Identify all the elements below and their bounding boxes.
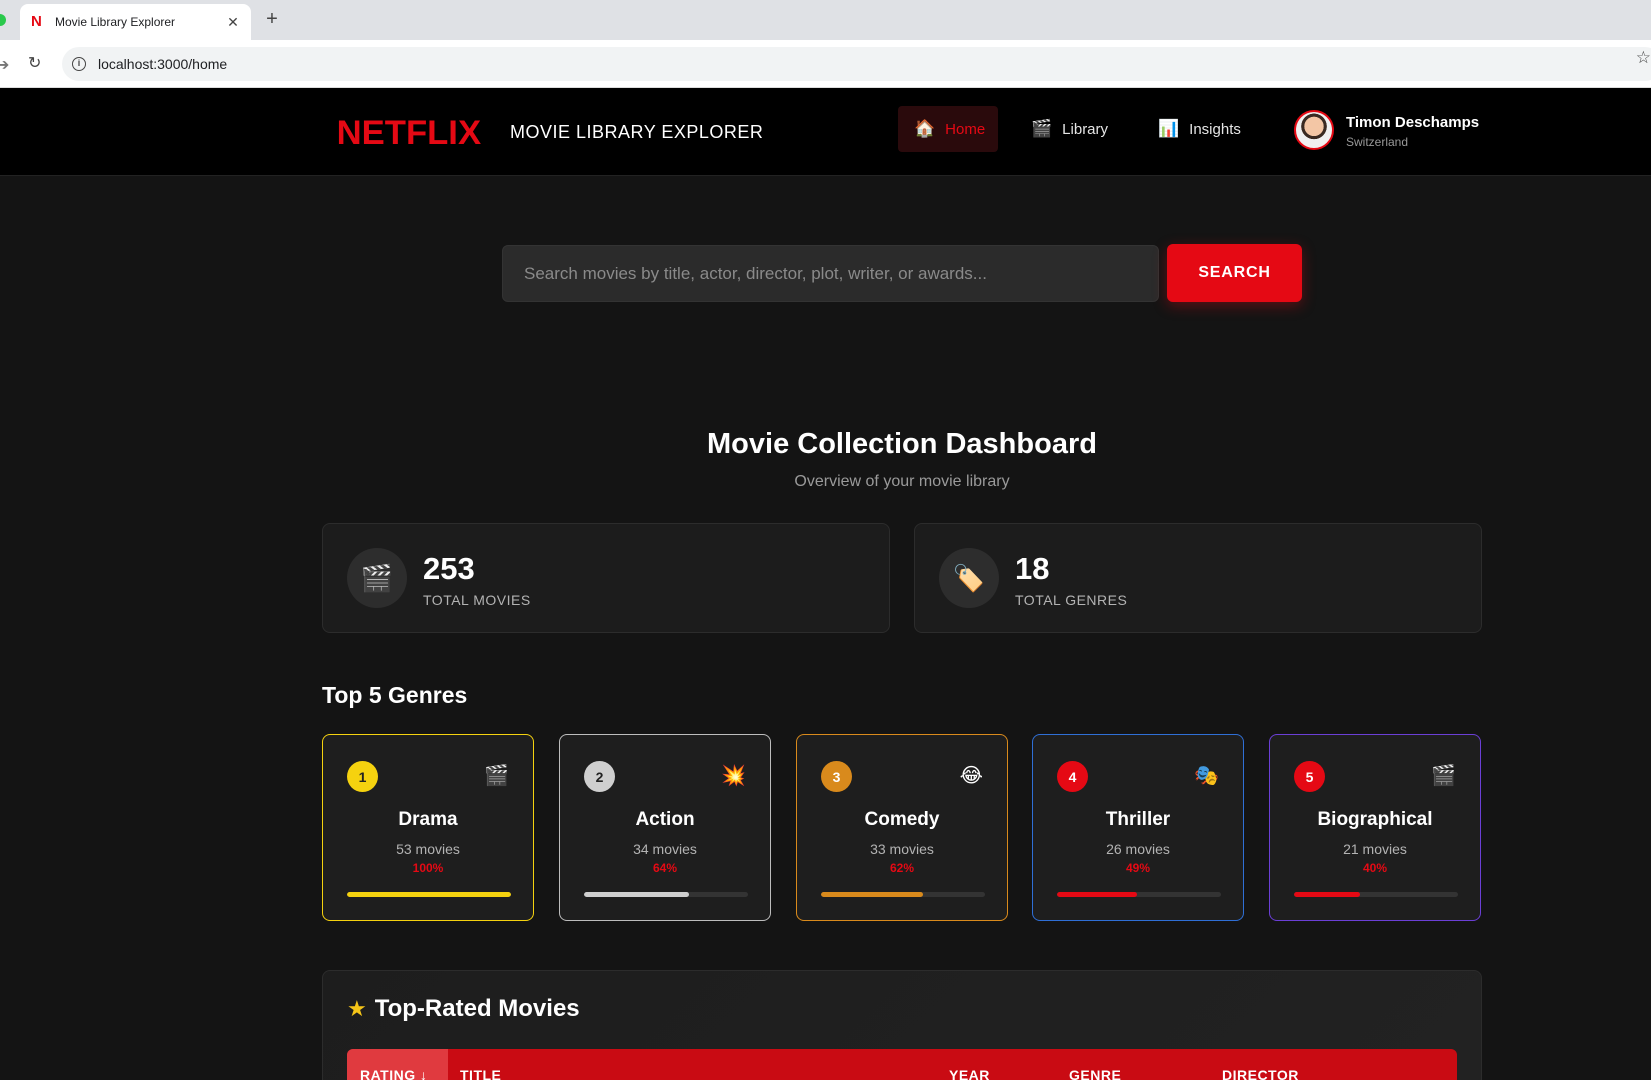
genre-count: 34 movies <box>633 841 697 857</box>
stat-card-total-movies: 🎬 253 TOTAL MOVIES <box>322 523 890 633</box>
genre-progress-fill <box>347 892 511 897</box>
netflix-favicon-icon: N <box>31 13 42 30</box>
genre-name: Drama <box>398 809 458 830</box>
netflix-logo[interactable]: NETFLIX <box>337 114 482 153</box>
tag-icon: 🏷️ <box>939 548 999 608</box>
genre-count: 26 movies <box>1106 841 1170 857</box>
genre-card[interactable]: 4 🎭 Thriller 26 movies 49% <box>1032 734 1244 921</box>
rank-badge: 1 <box>347 761 378 792</box>
clapperboard-icon: 🎬 <box>347 548 407 608</box>
theater-masks-icon: 🎭 <box>1194 765 1219 787</box>
nav-home[interactable]: 🏠 Home <box>898 106 998 152</box>
close-icon[interactable]: ✕ <box>225 14 241 31</box>
genre-progress-bar <box>821 892 985 897</box>
stat-label: TOTAL GENRES <box>1015 592 1128 608</box>
app-header: NETFLIX MOVIE LIBRARY EXPLORER 🏠 Home 🎬 … <box>0 88 1651 176</box>
clapperboard-icon: 🎬 <box>484 765 509 787</box>
column-header-director[interactable]: DIRECTOR <box>1222 1067 1299 1080</box>
rank-badge: 4 <box>1057 761 1088 792</box>
genre-percent: 49% <box>1125 861 1151 875</box>
browser-tab-bar: N Movie Library Explorer ✕ + <box>0 0 1651 40</box>
tab-title: Movie Library Explorer <box>55 15 176 29</box>
rank-badge: 5 <box>1294 761 1325 792</box>
column-header-rating[interactable]: RATING ↓ <box>347 1049 448 1080</box>
genre-card[interactable]: 2 💥 Action 34 movies 64% <box>559 734 771 921</box>
genre-name: Thriller <box>1105 809 1171 830</box>
top-rated-title-text: Top-Rated Movies <box>374 995 580 1022</box>
section-title-top-genres: Top 5 Genres <box>322 682 468 708</box>
table-header: RATING ↓ TITLE YEAR GENRE DIRECTOR <box>347 1049 1457 1080</box>
genre-percent: 100% <box>412 861 444 875</box>
rank-badge: 2 <box>584 761 615 792</box>
column-header-genre[interactable]: GENRE <box>1069 1067 1121 1080</box>
nav-insights-label: Insights <box>1189 120 1241 138</box>
url-field[interactable]: i localhost:3000/home <box>62 47 1651 81</box>
genre-percent: 62% <box>889 861 915 875</box>
new-tab-button[interactable]: + <box>262 8 282 31</box>
genre-progress-fill <box>1057 892 1138 897</box>
genre-count: 21 movies <box>1343 841 1407 857</box>
genre-name: Biographical <box>1317 809 1433 830</box>
genre-progress-bar <box>1057 892 1221 897</box>
star-icon: ★ <box>347 996 367 1021</box>
url-text: localhost:3000/home <box>98 56 228 72</box>
back-arrow-icon[interactable]: ➔ <box>0 55 9 75</box>
top-rated-title: ★ Top-Rated Movies <box>347 995 580 1023</box>
nav-home-label: Home <box>945 120 986 138</box>
genre-card[interactable]: 3 😂 Comedy 33 movies 62% <box>796 734 1008 921</box>
genre-progress-bar <box>1294 892 1458 897</box>
genre-percent: 40% <box>1362 861 1388 875</box>
genre-progress-bar <box>347 892 511 897</box>
genre-name: Action <box>635 809 695 830</box>
genre-progress-fill <box>1294 892 1360 897</box>
laughing-face-icon: 😂 <box>959 765 983 787</box>
top-rated-panel: ★ Top-Rated Movies RATING ↓ TITLE YEAR G… <box>322 970 1482 1080</box>
column-header-title[interactable]: TITLE <box>460 1067 501 1080</box>
genre-progress-fill <box>821 892 923 897</box>
genre-count: 33 movies <box>870 841 934 857</box>
nav-library[interactable]: 🎬 Library <box>1015 106 1124 152</box>
genre-card[interactable]: 5 🎬 Biographical 21 movies 40% <box>1269 734 1481 921</box>
avatar[interactable] <box>1294 110 1334 150</box>
clapperboard-icon: 🎬 <box>1031 119 1053 138</box>
bar-chart-icon: 📊 <box>1158 119 1180 138</box>
browser-tab[interactable]: N Movie Library Explorer ✕ <box>20 4 251 40</box>
clapperboard-icon: 🎬 <box>1431 765 1456 787</box>
bookmark-star-icon[interactable]: ☆ <box>1636 48 1651 68</box>
explosion-icon: 💥 <box>721 765 746 787</box>
reload-icon[interactable]: ↻ <box>28 53 41 73</box>
stat-value: 18 <box>1015 551 1050 586</box>
app-title: MOVIE LIBRARY EXPLORER <box>510 122 764 142</box>
window-maximize-button[interactable] <box>0 14 6 26</box>
house-icon: 🏠 <box>914 119 936 138</box>
rank-badge: 3 <box>821 761 852 792</box>
column-header-year[interactable]: YEAR <box>949 1067 990 1080</box>
search-button[interactable]: SEARCH <box>1167 244 1302 302</box>
stat-value: 253 <box>423 551 475 586</box>
genre-card[interactable]: 1 🎬 Drama 53 movies 100% <box>322 734 534 921</box>
genre-percent: 64% <box>652 861 678 875</box>
page-subtitle: Overview of your movie library <box>794 473 1010 490</box>
genre-count: 53 movies <box>396 841 460 857</box>
nav-library-label: Library <box>1062 120 1109 138</box>
user-location: Switzerland <box>1346 135 1409 149</box>
user-name: Timon Deschamps <box>1346 114 1480 131</box>
stat-card-total-genres: 🏷️ 18 TOTAL GENRES <box>914 523 1482 633</box>
page-title: Movie Collection Dashboard <box>707 428 1097 460</box>
browser-address-bar: ➔ ↻ i localhost:3000/home ☆ <box>0 40 1651 88</box>
site-info-icon[interactable]: i <box>72 57 86 71</box>
stat-label: TOTAL MOVIES <box>423 592 531 608</box>
genre-progress-bar <box>584 892 748 897</box>
search-input[interactable] <box>502 245 1159 302</box>
nav-insights[interactable]: 📊 Insights <box>1142 106 1257 152</box>
genre-name: Comedy <box>864 809 940 830</box>
genre-progress-fill <box>584 892 689 897</box>
